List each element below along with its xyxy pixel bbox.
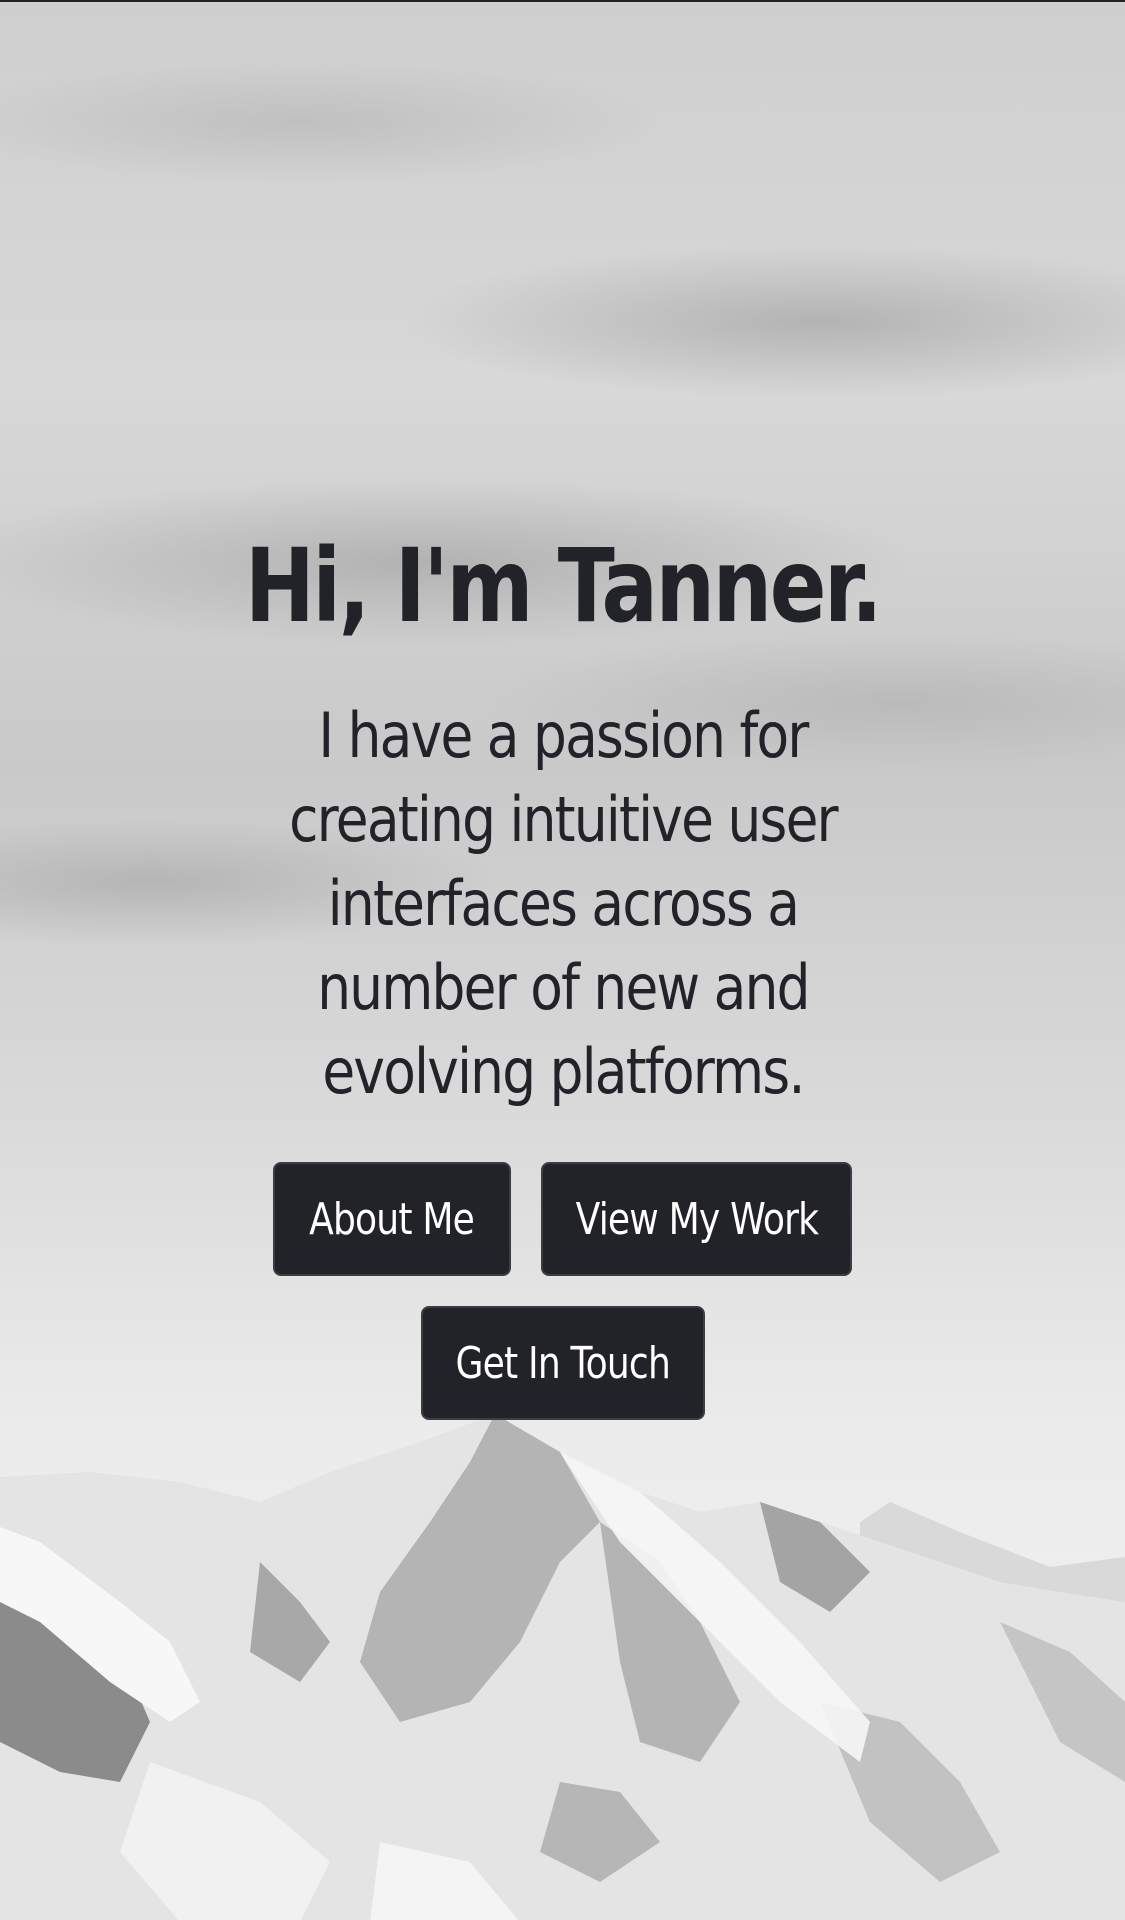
view-my-work-button[interactable]: View My Work — [541, 1162, 852, 1276]
get-in-touch-label: Get In Touch — [455, 1337, 670, 1389]
hero-section: Hi, I'm Tanner. I have a passion for cre… — [0, 522, 1125, 1420]
about-me-button[interactable]: About Me — [273, 1162, 511, 1276]
primary-actions: About Me View My Work — [0, 1162, 1125, 1276]
hero-title: Hi, I'm Tanner. — [244, 527, 883, 646]
view-my-work-label: View My Work — [575, 1193, 818, 1245]
landing-page: Hi, I'm Tanner. I have a passion for cre… — [0, 0, 1125, 1920]
get-in-touch-button[interactable]: Get In Touch — [420, 1306, 705, 1420]
about-me-label: About Me — [309, 1193, 476, 1245]
secondary-actions: Get In Touch — [0, 1306, 1125, 1420]
hero-subtitle: I have a passion for creating intuitive … — [288, 699, 838, 1108]
